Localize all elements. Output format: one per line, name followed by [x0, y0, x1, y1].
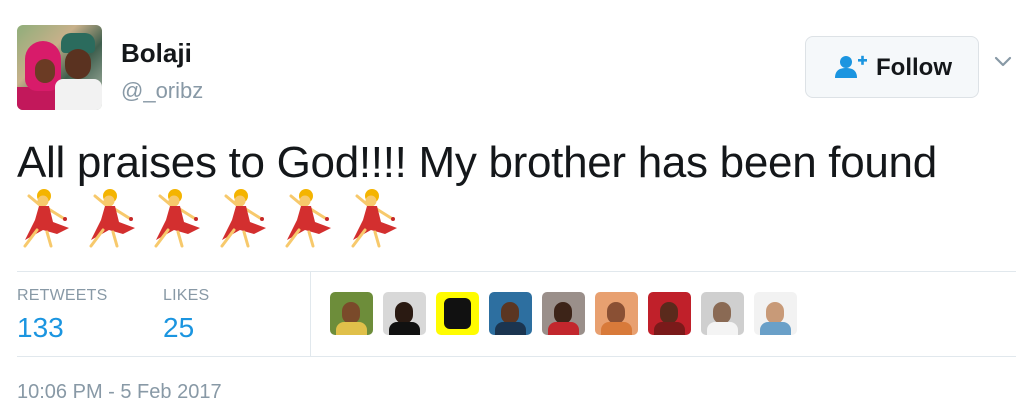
dancer-emoji-icon [154, 189, 200, 248]
dancer-emoji-icon [23, 189, 69, 248]
liker-avatar[interactable] [436, 292, 479, 335]
tweet-card: Bolaji @_oribz Follow All praises to God… [0, 0, 1024, 419]
retweets-count[interactable]: 133 [17, 312, 64, 344]
liker-avatar[interactable] [754, 292, 797, 335]
dancer-emoji-icon [220, 189, 266, 248]
liker-avatar[interactable] [701, 292, 744, 335]
liker-avatar[interactable] [330, 292, 373, 335]
likes-count[interactable]: 25 [163, 312, 194, 344]
divider [17, 356, 1016, 357]
likes-label: LIKES [163, 287, 210, 304]
user-name[interactable]: Bolaji [121, 38, 192, 69]
liker-avatar[interactable] [542, 292, 585, 335]
follow-button-label: Follow [876, 54, 952, 81]
add-user-icon [835, 55, 867, 78]
divider [310, 272, 311, 356]
retweets-label: RETWEETS [17, 287, 108, 304]
tweet-timestamp[interactable]: 10:06 PM - 5 Feb 2017 [17, 381, 222, 404]
dancer-emoji-icon [89, 189, 135, 248]
follow-button[interactable]: Follow [805, 36, 979, 98]
avatar[interactable] [17, 25, 102, 110]
dancer-emoji-icon [285, 189, 331, 248]
liker-avatar[interactable] [595, 292, 638, 335]
liker-avatar[interactable] [489, 292, 532, 335]
chevron-down-icon[interactable] [994, 56, 1012, 68]
liker-avatar[interactable] [648, 292, 691, 335]
dancer-emoji-icon [351, 189, 397, 248]
tweet-text: All praises to God!!!! My brother has be… [17, 138, 937, 187]
user-handle[interactable]: @_oribz [121, 78, 203, 104]
divider [17, 271, 1016, 272]
liker-avatar[interactable] [383, 292, 426, 335]
